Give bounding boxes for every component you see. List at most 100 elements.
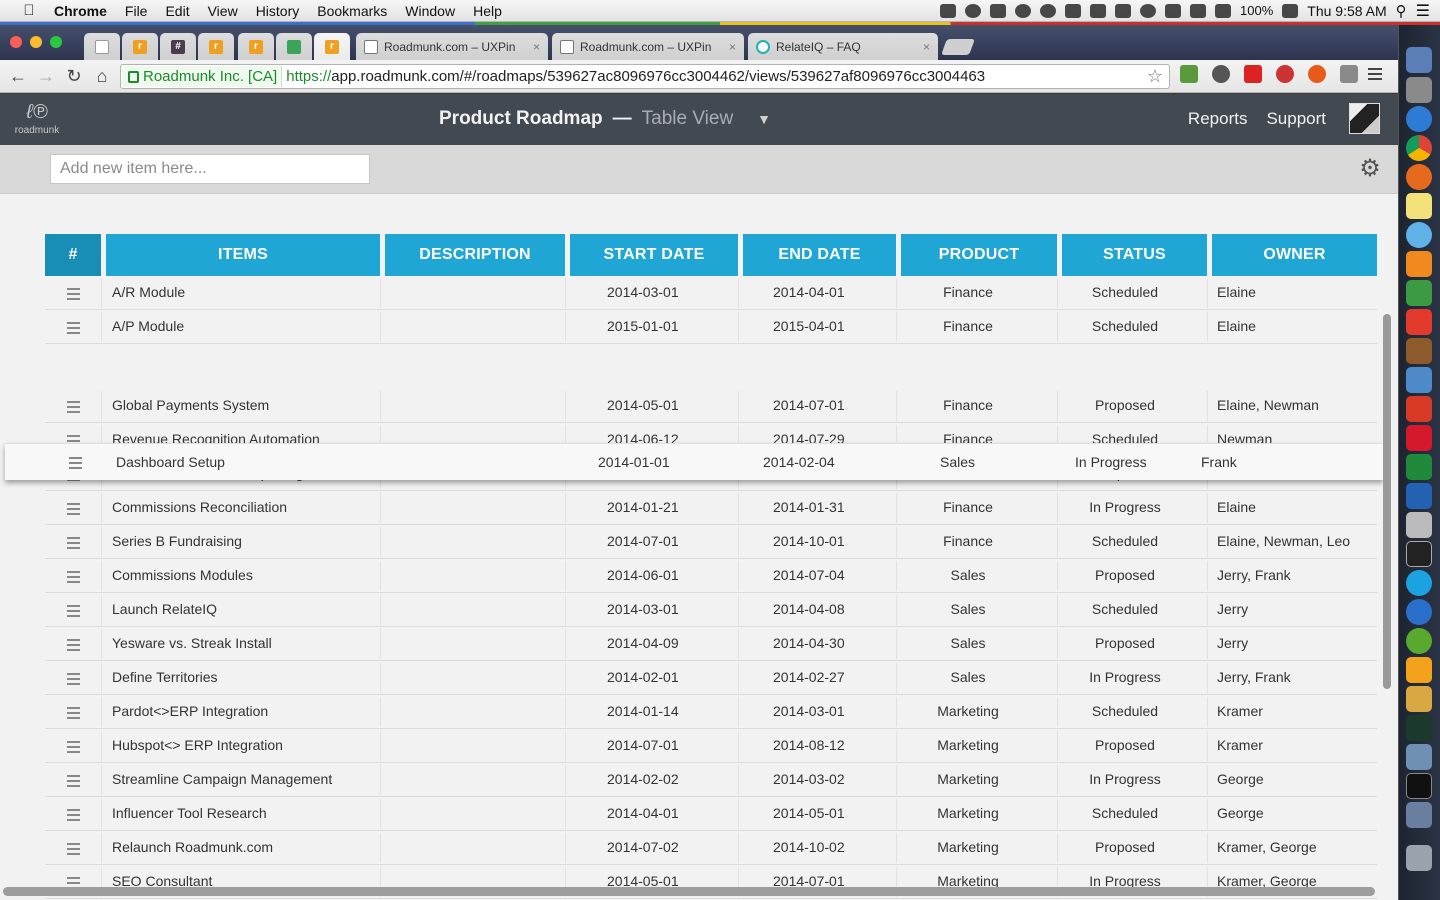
cell-product[interactable]: Sales: [940, 444, 975, 480]
terminal-icon[interactable]: [1406, 773, 1432, 799]
reload-icon[interactable]: ↻: [60, 66, 88, 87]
check-icon[interactable]: [1115, 3, 1132, 18]
infinity-icon[interactable]: [1090, 3, 1107, 18]
table-row[interactable]: Hubspot<> ERP Integration 2014-07-01 2014-…: [45, 729, 1377, 763]
cell-owner[interactable]: Elaine, Newman, Leo: [1217, 525, 1350, 558]
close-window-button[interactable]: [10, 36, 22, 48]
battery-percent[interactable]: 100%: [1240, 3, 1273, 18]
eyedropper-extension-icon[interactable]: [1340, 65, 1358, 83]
table-row[interactable]: Yesware vs. Streak Install 2014-04-09 2014…: [45, 627, 1377, 661]
cell-end-date[interactable]: 2014-04-01: [773, 276, 845, 309]
cell-item[interactable]: Yesware vs. Streak Install: [112, 627, 272, 660]
cell-start-date[interactable]: 2015-01-01: [607, 310, 679, 343]
bluetooth-icon[interactable]: [1190, 3, 1207, 18]
cell-status[interactable]: In Progress: [1045, 661, 1205, 694]
cell-end-date[interactable]: 2014-05-01: [773, 797, 845, 830]
word-icon[interactable]: [1406, 483, 1432, 509]
cell-owner[interactable]: Elaine: [1217, 276, 1256, 309]
cell-product[interactable]: Sales: [898, 593, 1038, 626]
cell-start-date[interactable]: 2014-06-01: [607, 559, 679, 592]
cell-item[interactable]: Commissions Reconciliation: [112, 491, 287, 524]
tab-relateiq[interactable]: RelateIQ – FAQ ×: [748, 33, 938, 60]
add-item-input[interactable]: [50, 154, 370, 184]
drag-handle-icon[interactable]: [69, 457, 82, 472]
cell-owner[interactable]: Kramer, George: [1217, 831, 1317, 864]
horizontal-scrollbar[interactable]: [3, 887, 1375, 896]
notification-icon[interactable]: [965, 3, 982, 18]
trash-icon[interactable]: [1406, 845, 1432, 871]
gear-icon[interactable]: ⚙: [1358, 157, 1382, 181]
pinned-tab-blank[interactable]: [84, 33, 120, 60]
spotlight-icon[interactable]: ⚲: [1396, 2, 1407, 20]
drag-handle-icon[interactable]: [67, 809, 80, 824]
sublime-icon[interactable]: [1406, 338, 1432, 364]
cell-end-date[interactable]: 2014-07-01: [773, 389, 845, 422]
cell-item[interactable]: A/P Module: [112, 310, 184, 343]
cell-end-date[interactable]: 2014-04-30: [773, 627, 845, 660]
menu-window[interactable]: Window: [396, 0, 464, 22]
table-row[interactable]: A/P Module 2015-01-01 2015-04-01 Finance Sch…: [45, 310, 1377, 344]
cell-item[interactable]: Influencer Tool Research: [112, 797, 267, 830]
cell-status[interactable]: In Progress: [1045, 491, 1205, 524]
menu-history[interactable]: History: [247, 0, 309, 22]
menu-edit[interactable]: Edit: [156, 0, 198, 22]
excel-icon[interactable]: [1406, 454, 1432, 480]
table-row[interactable]: Pardot<>ERP Integration 2014-01-14 2014-03…: [45, 695, 1377, 729]
cell-status[interactable]: Scheduled: [1045, 695, 1205, 728]
tab-uxpin-2[interactable]: Roadmunk.com – UXPin ×: [552, 33, 744, 60]
itunes-icon[interactable]: [1406, 106, 1432, 132]
cell-start-date[interactable]: 2014-05-01: [607, 389, 679, 422]
cell-start-date[interactable]: 2014-01-01: [598, 444, 670, 480]
close-tab-icon[interactable]: ×: [533, 40, 540, 54]
minimize-window-button[interactable]: [30, 36, 42, 48]
drag-handle-icon[interactable]: [67, 401, 80, 416]
cell-start-date[interactable]: 2014-02-02: [607, 763, 679, 796]
cell-product[interactable]: Finance: [898, 491, 1038, 524]
character-app-icon[interactable]: [1406, 367, 1432, 393]
vertical-scrollbar[interactable]: [1383, 314, 1391, 689]
table-row[interactable]: Streamline Campaign Management 2014-02-02…: [45, 763, 1377, 797]
address-bar[interactable]: Roadmunk Inc. [CA] https:// app.roadmunk…: [120, 64, 1170, 89]
col-header-start-date[interactable]: START DATE: [570, 234, 738, 276]
wifi-icon[interactable]: [1215, 3, 1232, 18]
cell-owner[interactable]: George: [1217, 763, 1264, 796]
cell-start-date[interactable]: 2014-04-01: [607, 797, 679, 830]
chrome-icon[interactable]: [1406, 135, 1432, 161]
back-icon[interactable]: ←: [4, 66, 32, 87]
menu-help[interactable]: Help: [464, 0, 511, 22]
pinned-tab-slack[interactable]: #: [160, 33, 196, 60]
table-row[interactable]: Commissions Reconciliation 2014-01-21 2014…: [45, 491, 1377, 525]
drive-icon[interactable]: [990, 3, 1007, 18]
cell-product[interactable]: Marketing: [898, 797, 1038, 830]
roadmap-title[interactable]: Product Roadmap — Table View ▼: [439, 108, 771, 130]
cell-status[interactable]: In Progress: [1045, 763, 1205, 796]
drag-handle-icon[interactable]: [67, 741, 80, 756]
cell-product[interactable]: Sales: [898, 627, 1038, 660]
cell-item[interactable]: Dashboard Setup: [116, 444, 225, 480]
display-app-icon[interactable]: [1406, 541, 1432, 567]
cell-status[interactable]: In Progress: [1075, 444, 1147, 480]
cell-item[interactable]: Commissions Modules: [112, 559, 253, 592]
cell-item[interactable]: Hubspot<> ERP Integration: [112, 729, 283, 762]
table-row[interactable]: A/R Module 2014-03-01 2014-04-01 Finance Sch…: [45, 276, 1377, 310]
cell-owner[interactable]: Frank: [1201, 444, 1237, 480]
acrobat-icon[interactable]: [1406, 309, 1432, 335]
cell-owner[interactable]: Jerry: [1217, 593, 1248, 626]
pinned-tab-roadmunk-2[interactable]: r: [198, 33, 234, 60]
cell-product[interactable]: Marketing: [898, 831, 1038, 864]
cell-product[interactable]: Marketing: [898, 695, 1038, 728]
cell-status[interactable]: Proposed: [1045, 627, 1205, 660]
firefox-icon[interactable]: [1406, 164, 1432, 190]
pinned-tab-trello[interactable]: [276, 33, 312, 60]
dropbox-icon[interactable]: [1015, 3, 1032, 18]
cell-end-date[interactable]: 2015-04-01: [773, 310, 845, 343]
cell-start-date[interactable]: 2014-07-02: [607, 831, 679, 864]
view-dropdown-icon[interactable]: ▼: [757, 111, 771, 127]
vlc-icon[interactable]: [1406, 251, 1432, 277]
script-editor-icon[interactable]: [1406, 686, 1432, 712]
image-capture-icon[interactable]: [1406, 802, 1432, 828]
cell-product[interactable]: Sales: [898, 661, 1038, 694]
table-row[interactable]: Commissions Modules 2014-06-01 2014-07-04 S…: [45, 559, 1377, 593]
cell-item[interactable]: Define Territories: [112, 661, 218, 694]
cell-status[interactable]: Scheduled: [1045, 310, 1205, 343]
